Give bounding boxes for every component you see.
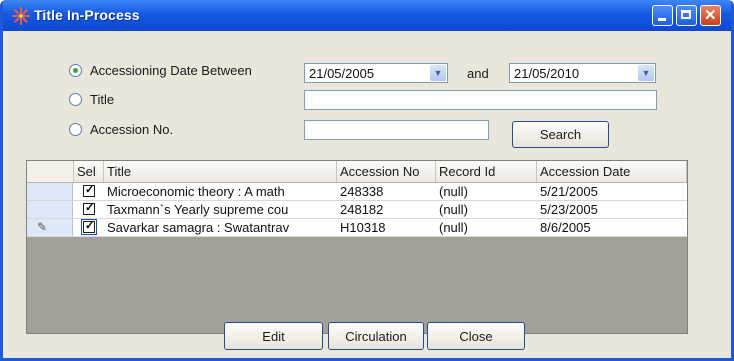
row-indicator-header [27, 161, 74, 182]
chevron-down-icon[interactable]: ▼ [430, 65, 446, 81]
date-from-select[interactable]: 21/05/2005 ▼ [304, 63, 448, 83]
column-header-accession-no[interactable]: Accession No [337, 161, 436, 182]
accession-no-cell: 248182 [340, 202, 384, 217]
date-between-radio[interactable] [69, 63, 82, 77]
select-checkbox[interactable]: ✓ [81, 219, 97, 235]
title-cell: Taxmann`s Yearly supreme cou [107, 202, 289, 217]
accession-radio[interactable] [69, 122, 82, 136]
select-checkbox[interactable]: ✓ [83, 184, 95, 197]
minimize-button[interactable] [652, 5, 673, 26]
pencil-icon: ✎ [37, 220, 48, 234]
accession-no-cell: H10318 [340, 220, 386, 235]
close-window-button[interactable]: ✕ [700, 5, 721, 26]
select-checkbox[interactable]: ✓ [83, 202, 95, 215]
title-cell: Savarkar samagra : Swatantrav [107, 220, 290, 235]
minimize-icon [658, 18, 666, 21]
search-button[interactable]: Search [512, 121, 609, 148]
title-radio[interactable] [69, 92, 82, 106]
title-in-process-window: Title In-Process ✕ Accessioning Date Bet… [0, 0, 734, 361]
accession-date-cell: 5/21/2005 [540, 184, 598, 199]
table-row[interactable]: ✓ Microeconomic theory : A math 248338 (… [27, 183, 687, 201]
window-title: Title In-Process [34, 7, 140, 23]
table-row[interactable]: ✎ ✓ Savarkar samagra : Swatantrav H10318… [27, 219, 687, 237]
maximize-icon [681, 10, 691, 19]
row-indicator[interactable] [27, 183, 73, 200]
date-to-value: 21/05/2010 [514, 66, 580, 81]
circulation-button[interactable]: Circulation [328, 322, 424, 350]
chevron-down-icon[interactable]: ▼ [638, 65, 654, 81]
column-header-title[interactable]: Title [104, 161, 337, 182]
maximize-button[interactable] [676, 5, 697, 26]
accession-no-input[interactable] [304, 120, 489, 140]
results-grid: Sel Title Accession No Record Id Accessi… [26, 160, 688, 334]
option-title[interactable]: Title [69, 90, 114, 108]
date-to-select[interactable]: 21/05/2010 ▼ [509, 63, 656, 83]
check-icon: ✓ [85, 202, 95, 214]
column-header-sel[interactable]: Sel [74, 161, 104, 182]
record-id-cell: (null) [439, 220, 468, 235]
date-from-value: 21/05/2005 [309, 66, 375, 81]
column-header-record-id[interactable]: Record Id [436, 161, 537, 182]
option-date-between[interactable]: Accessioning Date Between [69, 61, 252, 79]
check-icon: ✓ [85, 184, 95, 196]
date-between-label: Accessioning Date Between [90, 62, 252, 78]
close-button[interactable]: Close [427, 322, 525, 350]
accession-no-cell: 248338 [340, 184, 384, 199]
grid-header: Sel Title Accession No Record Id Accessi… [27, 161, 687, 183]
accession-date-cell: 5/23/2005 [540, 202, 598, 217]
and-label: and [467, 66, 489, 81]
record-id-cell: (null) [439, 202, 468, 217]
column-header-accession-date[interactable]: Accession Date [537, 161, 687, 182]
sparkle-icon [12, 7, 30, 25]
table-row[interactable]: ✓ Taxmann`s Yearly supreme cou 248182 (n… [27, 201, 687, 219]
title-cell: Microeconomic theory : A math [107, 184, 285, 199]
record-id-cell: (null) [439, 184, 468, 199]
row-indicator[interactable] [27, 201, 73, 218]
accession-date-cell: 8/6/2005 [540, 220, 591, 235]
close-icon: ✕ [704, 7, 717, 24]
check-icon: ✓ [85, 220, 95, 232]
title-input[interactable] [304, 90, 657, 110]
row-indicator[interactable]: ✎ [27, 219, 73, 236]
option-accession-no[interactable]: Accession No. [69, 120, 173, 138]
edit-button[interactable]: Edit [224, 322, 323, 350]
title-option-label: Title [90, 91, 115, 107]
accession-option-label: Accession No. [90, 121, 174, 137]
title-bar[interactable]: Title In-Process ✕ [3, 0, 731, 31]
